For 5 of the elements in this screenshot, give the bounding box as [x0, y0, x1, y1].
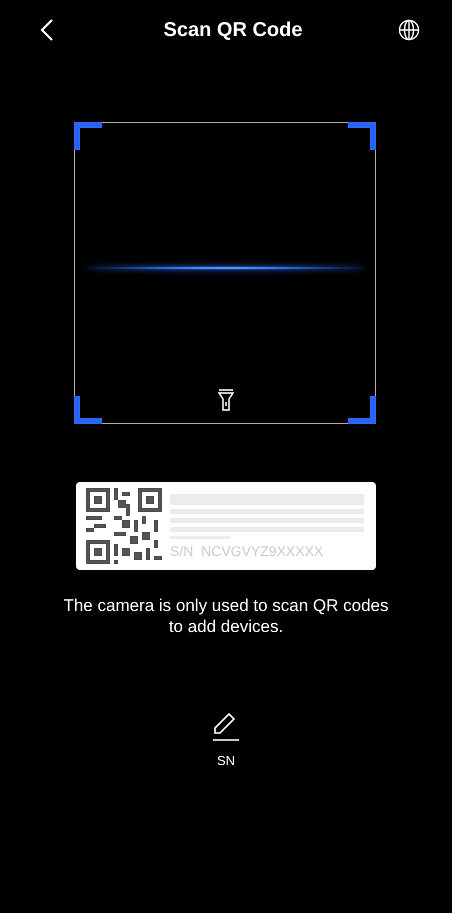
qr-code-icon	[86, 488, 162, 564]
manual-entry-button[interactable]: SN	[211, 709, 241, 768]
camera-notice: The camera is only used to scan QR codes to add devices.	[62, 595, 390, 637]
flashlight-button[interactable]	[218, 389, 234, 411]
page-title: Scan QR Code	[164, 18, 302, 42]
